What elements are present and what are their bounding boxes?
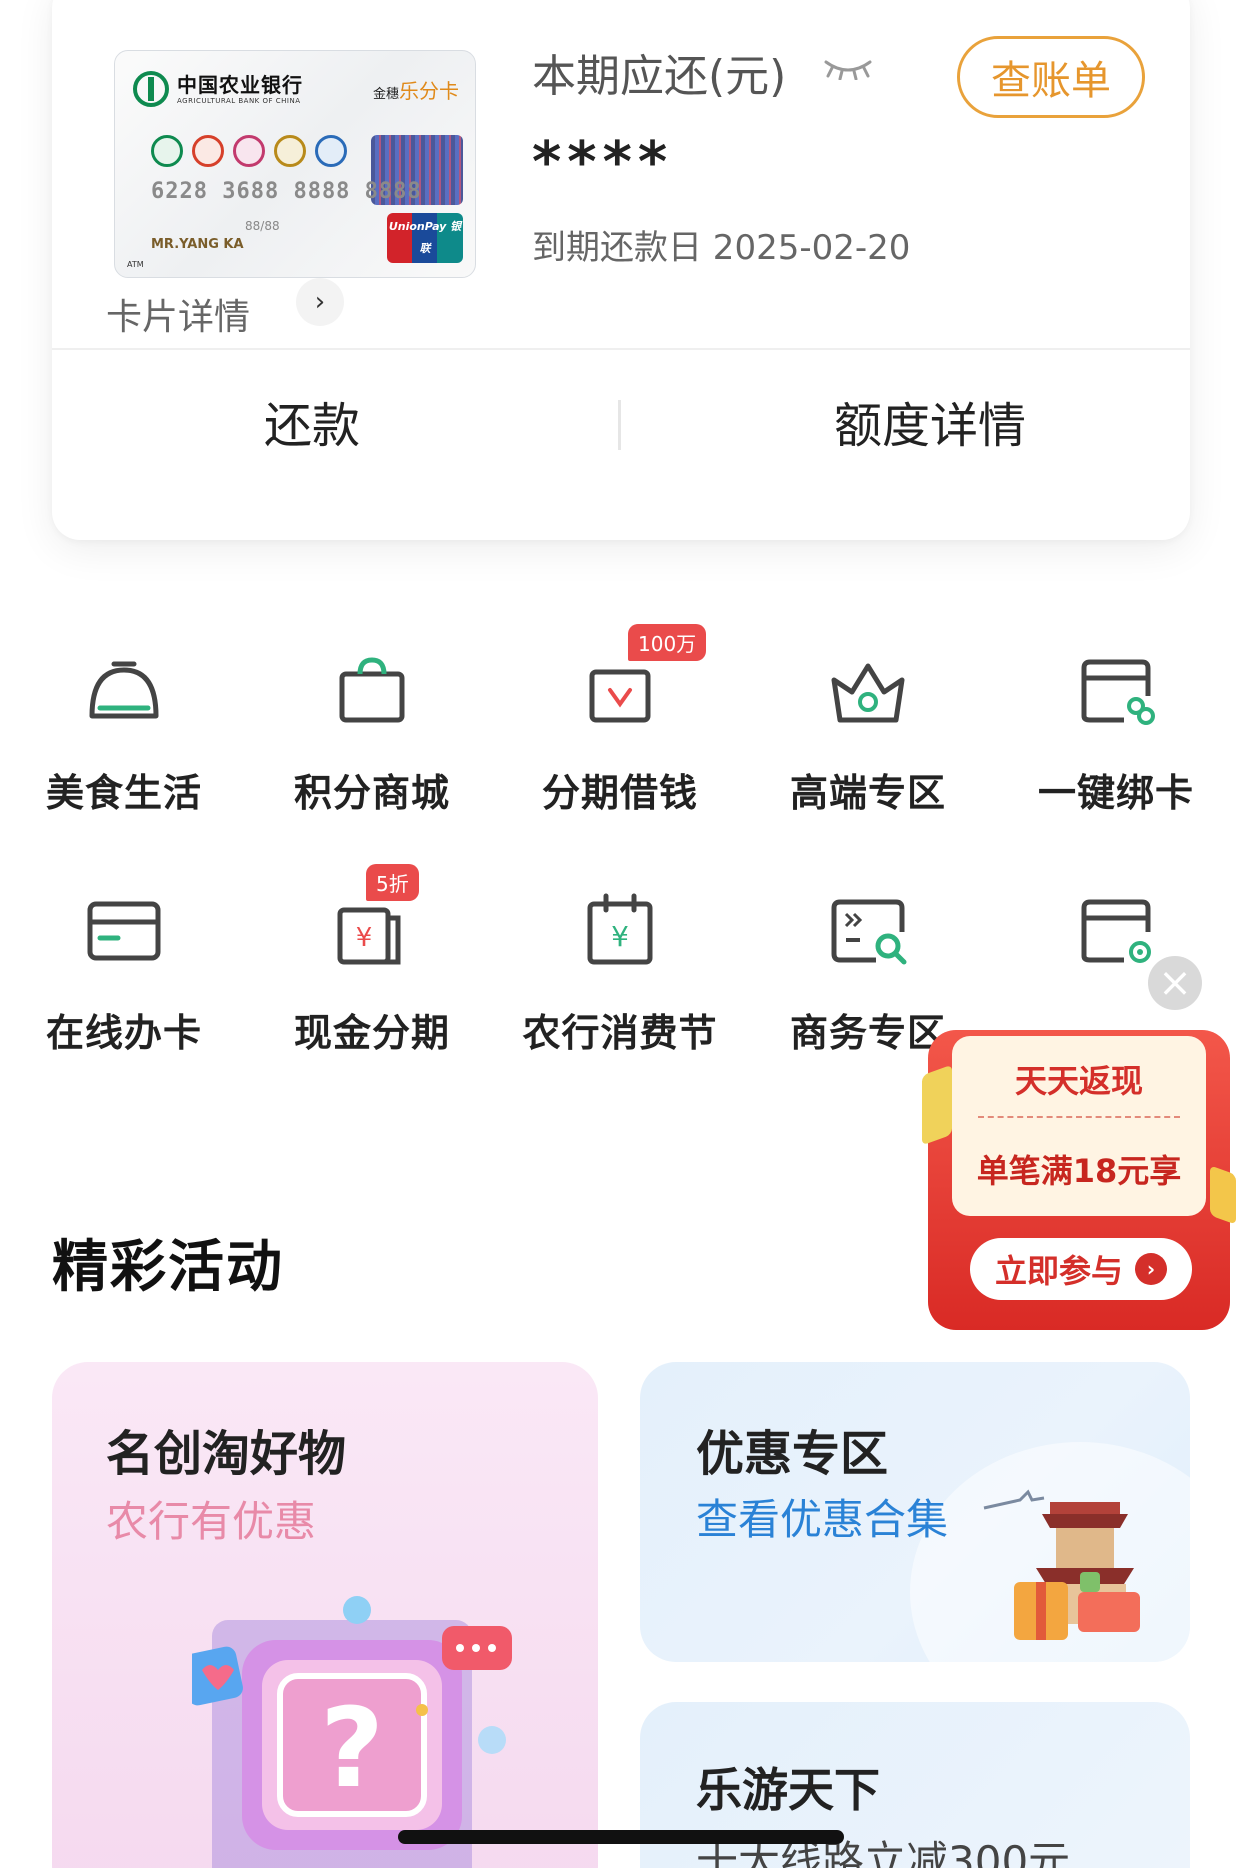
grid-item-consumption-festival[interactable]: ¥ 农行消费节 [496,880,744,1057]
food-cloche-icon [74,640,174,740]
grid-label: 一键绑卡 [1037,771,1194,815]
card-valid-thru: 88/88 [245,219,280,233]
tile-title: 名创淘好物 [106,1426,347,1482]
card-emblems [151,135,347,167]
card-number: 6228 3688 8888 8888 [151,179,422,204]
grid-label: 在线办卡 [45,1011,202,1055]
badge: 100万 [628,624,707,661]
cashback-promo[interactable]: 天天返现 单笔满18元享 立即参与 › [922,1030,1236,1330]
arrow-right-icon: › [1135,1253,1167,1285]
mystery-box-icon: ? [192,1596,512,1868]
credit-limit-button[interactable]: 额度详情 [670,386,1190,456]
divider [618,400,621,450]
grid-item-premium[interactable]: 高端专区 [744,640,992,817]
atm-mark: ATM [127,260,144,269]
tile-title: 优惠专区 [696,1426,889,1482]
credit-card-icon [74,880,174,980]
badge: 5折 [366,864,419,901]
home-indicator[interactable] [398,1830,844,1844]
promo-subtitle: 单笔满18元享 [976,1152,1182,1190]
unionpay-logo-icon: UnionPay 银联 [387,213,463,263]
business-search-icon [818,880,918,980]
crown-icon [818,640,918,740]
grid-label: 现金分期 [293,1011,450,1055]
grid-item-card-settings[interactable] [992,880,1240,1002]
tile-subtitle: 农行有优惠 [106,1497,317,1546]
activity-tile-miniso[interactable]: 名创淘好物 农行有优惠 ? [52,1362,598,1868]
calendar-yuan-icon: ¥ [570,880,670,980]
card-holder: MR.YANG KA [151,237,244,252]
grid-item-cash-installment[interactable]: ¥ 5折 现金分期 [248,864,496,1057]
svg-text:¥: ¥ [356,923,373,953]
due-date: 到期还款日 2025-02-20 [532,228,911,268]
card-link-icon [1066,640,1166,740]
section-title: 精彩活动 [52,1235,284,1300]
grid-item-apply-card[interactable]: 在线办卡 [0,880,248,1057]
close-icon[interactable]: × [1148,956,1202,1010]
abc-logo-icon [133,71,169,107]
svg-text:¥: ¥ [611,920,629,953]
landmark-gift-icon [983,1489,1140,1640]
repay-button[interactable]: 还款 [52,386,572,456]
masked-amount: **** [532,130,674,195]
tile-title: 乐游天下 [696,1763,880,1817]
promo-title: 天天返现 [1014,1062,1143,1100]
card-brand: 金穗乐分卡 [372,79,459,103]
bank-name: 中国农业银行 [177,73,303,97]
bank-name-en: AGRICULTURAL BANK OF CHINA [177,97,301,105]
card-settings-icon [1066,880,1166,980]
card-detail-link[interactable]: 卡片详情 [106,288,250,340]
grid-item-food[interactable]: 美食生活 [0,640,248,817]
credit-card-summary: 中国农业银行 AGRICULTURAL BANK OF CHINA 金穗乐分卡 … [52,0,1190,540]
shopping-bag-icon [322,640,422,740]
chevron-right-icon[interactable]: › [296,278,344,326]
grid-label: 农行消费节 [522,1011,718,1055]
grid-item-installment-loan[interactable]: 100万 分期借钱 [496,624,744,817]
cash-installment-icon: ¥ 5折 [322,864,422,980]
grid-label: 积分商城 [293,771,450,815]
divider [52,348,1190,350]
grid-label: 高端专区 [789,771,946,815]
grid-label: 美食生活 [45,771,202,815]
view-bill-button[interactable]: 查账单 [957,36,1145,118]
grid-item-bind-card[interactable]: 一键绑卡 [992,640,1240,817]
eye-closed-icon[interactable] [822,56,874,80]
bank-card-image[interactable]: 中国农业银行 AGRICULTURAL BANK OF CHINA 金穗乐分卡 … [114,50,476,278]
svg-text:?: ? [320,1684,384,1812]
activity-tile-offers[interactable]: 优惠专区 查看优惠合集 [640,1362,1190,1662]
due-amount-label: 本期应还(元) [532,51,787,102]
tile-subtitle: 查看优惠合集 [696,1495,949,1544]
join-now-button[interactable]: 立即参与 › [970,1238,1192,1300]
grid-item-points-mall[interactable]: 积分商城 [248,640,496,817]
grid-label: 分期借钱 [541,771,698,815]
installment-bag-icon: 100万 [570,624,707,740]
